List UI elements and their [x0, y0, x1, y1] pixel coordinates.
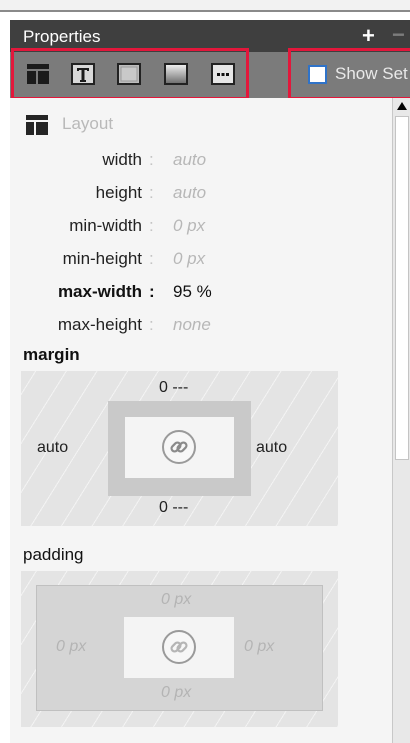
property-separator: : — [149, 315, 154, 334]
property-value[interactable]: 0 px — [173, 216, 205, 236]
vertical-scrollbar[interactable] — [392, 98, 410, 743]
property-separator: : — [149, 216, 154, 235]
link-icon[interactable] — [162, 430, 196, 464]
property-row-min-width[interactable]: min-width : 0 px — [10, 216, 310, 240]
minus-icon[interactable]: − — [392, 22, 405, 48]
padding-bottom-value[interactable]: 0 px — [161, 684, 191, 702]
property-name: height — [95, 183, 142, 202]
layout-section-icon — [26, 115, 48, 135]
property-row-max-height[interactable]: max-height : none — [10, 315, 310, 339]
scroll-up-arrow-icon[interactable] — [397, 102, 407, 110]
margin-label: margin — [23, 345, 80, 364]
property-separator: : — [149, 183, 154, 202]
property-row-height[interactable]: height : auto — [10, 183, 310, 207]
scrollbar-thumb[interactable] — [395, 116, 409, 460]
property-value[interactable]: auto — [173, 183, 206, 203]
padding-box: 0 px 0 px 0 px 0 px — [21, 571, 338, 727]
property-name: max-width — [57, 282, 142, 301]
padding-label: padding — [23, 545, 84, 564]
property-row-min-height[interactable]: min-height : 0 px — [10, 249, 310, 273]
link-icon[interactable] — [162, 630, 196, 664]
property-value[interactable]: 0 px — [173, 249, 205, 269]
property-row-max-width[interactable]: max-width : 95 % — [10, 282, 310, 306]
show-set-highlight-box — [288, 48, 410, 100]
padding-right-value[interactable]: 0 px — [244, 638, 274, 656]
properties-content: Layout width : auto height : auto min-wi… — [10, 98, 392, 743]
property-value[interactable]: auto — [173, 150, 206, 170]
property-name: max-height — [57, 315, 142, 334]
panel-title: Properties — [23, 27, 101, 46]
property-value[interactable]: none — [173, 315, 211, 335]
property-separator: : — [149, 282, 155, 301]
margin-right-value[interactable]: auto — [256, 439, 287, 457]
margin-top-value[interactable]: 0 --- — [159, 379, 188, 397]
top-edge — [0, 0, 410, 12]
property-name: min-width — [69, 216, 142, 235]
tools-highlight-box — [11, 48, 249, 100]
margin-left-value[interactable]: auto — [37, 439, 68, 457]
property-separator: : — [149, 249, 154, 268]
property-separator: : — [149, 150, 154, 169]
padding-top-value[interactable]: 0 px — [161, 591, 191, 609]
margin-box: 0 --- 0 --- auto auto — [21, 371, 338, 526]
property-row-width[interactable]: width : auto — [10, 150, 310, 174]
plus-icon[interactable]: + — [362, 23, 375, 49]
property-name: width — [102, 150, 142, 169]
margin-bottom-value[interactable]: 0 --- — [159, 499, 188, 517]
property-value[interactable]: 95 % — [173, 282, 212, 302]
padding-left-value[interactable]: 0 px — [56, 638, 86, 656]
layout-section-label: Layout — [62, 114, 114, 133]
properties-panel: Properties + − Show Set Layout width: a… — [0, 0, 410, 743]
property-name: min-height — [62, 249, 142, 268]
